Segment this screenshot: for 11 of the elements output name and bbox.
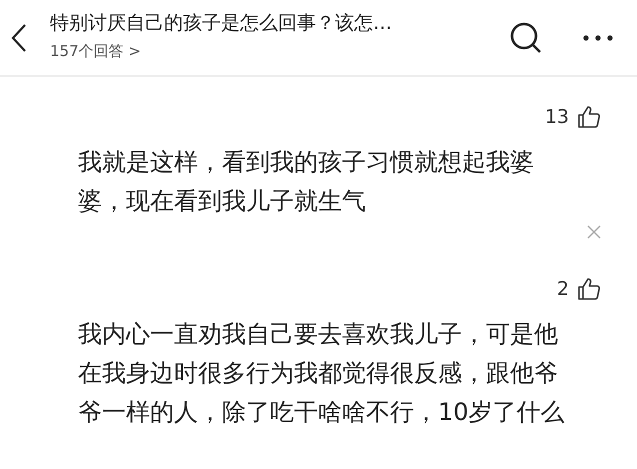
search-icon [509, 20, 543, 54]
back-icon [10, 22, 28, 52]
like-count: 13 [544, 106, 569, 128]
more-icon [583, 34, 613, 40]
answer-text: 我就是这样，看到我的孩子习惯就想起我婆婆，现在看到我儿子就生气 [78, 147, 535, 217]
answer-text: 我内心一直劝我自己要去喜欢我儿子，可是他在我身边时很多行为我都觉得很反感，跟他爷爷一样的人，除了吃干啥啥不行，10岁了什么 [78, 319, 566, 428]
like-count: 2 [556, 278, 569, 300]
answer-count-link[interactable]: 157个回答 > [50, 42, 141, 61]
thumbs-up-icon[interactable] [577, 277, 601, 301]
thumbs-up-icon[interactable] [577, 105, 601, 129]
question-title: 特别讨厌自己的孩子是怎么回事？该怎… [50, 11, 393, 36]
